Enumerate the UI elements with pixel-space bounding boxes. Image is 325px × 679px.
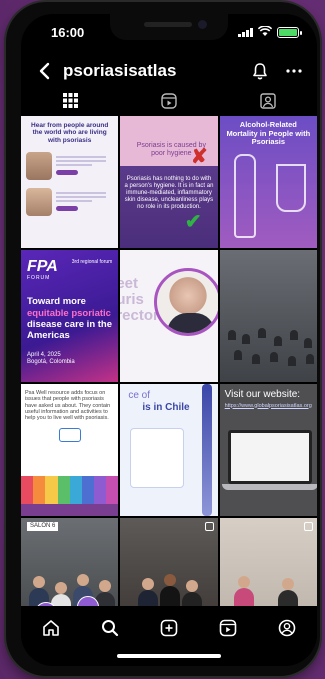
post-tile[interactable] xyxy=(219,250,317,382)
bottle-graphic xyxy=(233,154,256,238)
carousel-icon xyxy=(204,522,214,531)
fact-text: Psoriasis has nothing to do with a perso… xyxy=(124,176,214,210)
chile-map xyxy=(201,384,212,516)
reels-nav-icon[interactable] xyxy=(215,615,241,641)
post-tile[interactable]: ce of is in Chile xyxy=(120,384,218,516)
post-title: Alcohol-Related Mortality in People with… xyxy=(226,120,311,147)
post-tile[interactable] xyxy=(120,518,218,606)
back-icon[interactable] xyxy=(33,60,55,82)
notch xyxy=(110,14,228,40)
grid-icon xyxy=(62,93,78,113)
post-tile[interactable]: eet uris rector xyxy=(120,250,218,382)
tab-reels[interactable] xyxy=(120,90,219,116)
psa-well-logo xyxy=(58,427,81,442)
profile-icon[interactable] xyxy=(274,615,300,641)
status-icons xyxy=(238,24,302,40)
bottom-nav xyxy=(21,608,317,648)
status-time: 16:00 xyxy=(51,24,85,40)
wine-glass-graphic xyxy=(275,164,306,212)
post-tile[interactable]: Psa Well resource adds focus on issues t… xyxy=(21,384,119,516)
posts-grid: Hear from people around the world who ar… xyxy=(21,116,317,606)
phone-frame: 16:00 psoriasisatlas Hear from people ar… xyxy=(6,2,320,676)
check-icon: ✔ xyxy=(184,211,202,233)
post-title: Hear from people around the world who ar… xyxy=(31,122,109,144)
profile-username: psoriasisatlas xyxy=(63,61,177,80)
post-tile[interactable]: FPA FORUM 3rd regional forum Toward more… xyxy=(21,250,119,382)
cross-icon: ✘ xyxy=(190,146,208,168)
tab-posts-grid[interactable] xyxy=(21,90,120,118)
signal-icon xyxy=(238,27,253,37)
infographic-panel xyxy=(130,428,185,488)
tagged-icon xyxy=(259,92,276,114)
post-tile[interactable]: SALON 6 xyxy=(21,518,119,606)
post-tile[interactable]: Visit our website: https://www.globalpso… xyxy=(219,384,317,516)
post-tile[interactable]: Psoriasis is caused by poor hygiene ✘ Ps… xyxy=(120,116,218,248)
carousel-icon xyxy=(304,522,313,531)
person-photo xyxy=(26,188,52,217)
profile-tabs xyxy=(21,90,317,118)
create-post-icon[interactable] xyxy=(156,615,182,641)
home-icon[interactable] xyxy=(38,615,64,641)
profile-header: psoriasisatlas xyxy=(21,54,317,88)
battery-icon xyxy=(277,26,302,38)
phone-screen: 16:00 psoriasisatlas Hear from people ar… xyxy=(21,14,317,666)
wifi-icon xyxy=(257,24,273,40)
post-tile[interactable]: Hear from people around the world who ar… xyxy=(21,116,119,248)
person-photo xyxy=(26,152,52,181)
more-options-icon[interactable] xyxy=(283,60,305,82)
speaker-portrait xyxy=(154,268,218,336)
post-tile[interactable] xyxy=(219,518,317,606)
post-tile[interactable]: Alcohol-Related Mortality in People with… xyxy=(219,116,317,248)
laptop-graphic xyxy=(227,430,312,484)
reels-icon xyxy=(161,92,177,114)
tab-tagged[interactable] xyxy=(218,90,317,116)
bell-icon[interactable] xyxy=(249,60,271,82)
home-indicator[interactable] xyxy=(117,654,221,658)
search-icon[interactable] xyxy=(97,615,123,641)
